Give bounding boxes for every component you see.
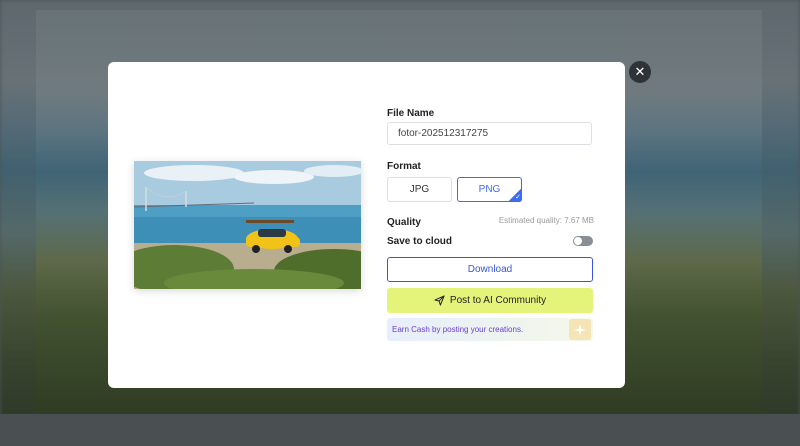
- download-modal: File Name Format JPG PNG ✓ Quality Estim…: [108, 62, 625, 388]
- format-label: Format: [387, 161, 421, 172]
- quality-label: Quality: [387, 217, 421, 228]
- send-icon: [434, 295, 445, 306]
- post-button-label: Post to AI Community: [449, 295, 547, 306]
- sparkle-icon: [569, 319, 591, 340]
- quality-estimate: Estimated quality: 7.67 MB: [498, 216, 594, 225]
- close-icon: ✕: [634, 64, 646, 79]
- post-to-community-button[interactable]: Post to AI Community: [387, 288, 593, 313]
- format-jpg-label: JPG: [409, 184, 430, 195]
- close-button[interactable]: ✕: [629, 61, 651, 83]
- earn-cash-banner[interactable]: Earn Cash by posting your creations.: [387, 318, 593, 341]
- save-to-cloud-toggle[interactable]: [573, 236, 593, 246]
- selected-check-icon: ✓: [508, 188, 522, 202]
- format-option-jpg[interactable]: JPG: [387, 177, 452, 202]
- file-name-input[interactable]: [387, 122, 592, 145]
- preview-photo: [134, 161, 361, 289]
- image-preview: [134, 161, 361, 289]
- save-to-cloud-label: Save to cloud: [387, 236, 453, 247]
- format-png-label: PNG: [478, 184, 501, 195]
- bottom-bar: [0, 414, 800, 446]
- download-button[interactable]: Download: [387, 257, 593, 282]
- format-option-png[interactable]: PNG ✓: [457, 177, 522, 202]
- toggle-knob: [574, 237, 582, 245]
- earn-cash-text: Earn Cash by posting your creations.: [392, 325, 524, 334]
- download-button-label: Download: [467, 264, 513, 275]
- file-name-label: File Name: [387, 108, 435, 119]
